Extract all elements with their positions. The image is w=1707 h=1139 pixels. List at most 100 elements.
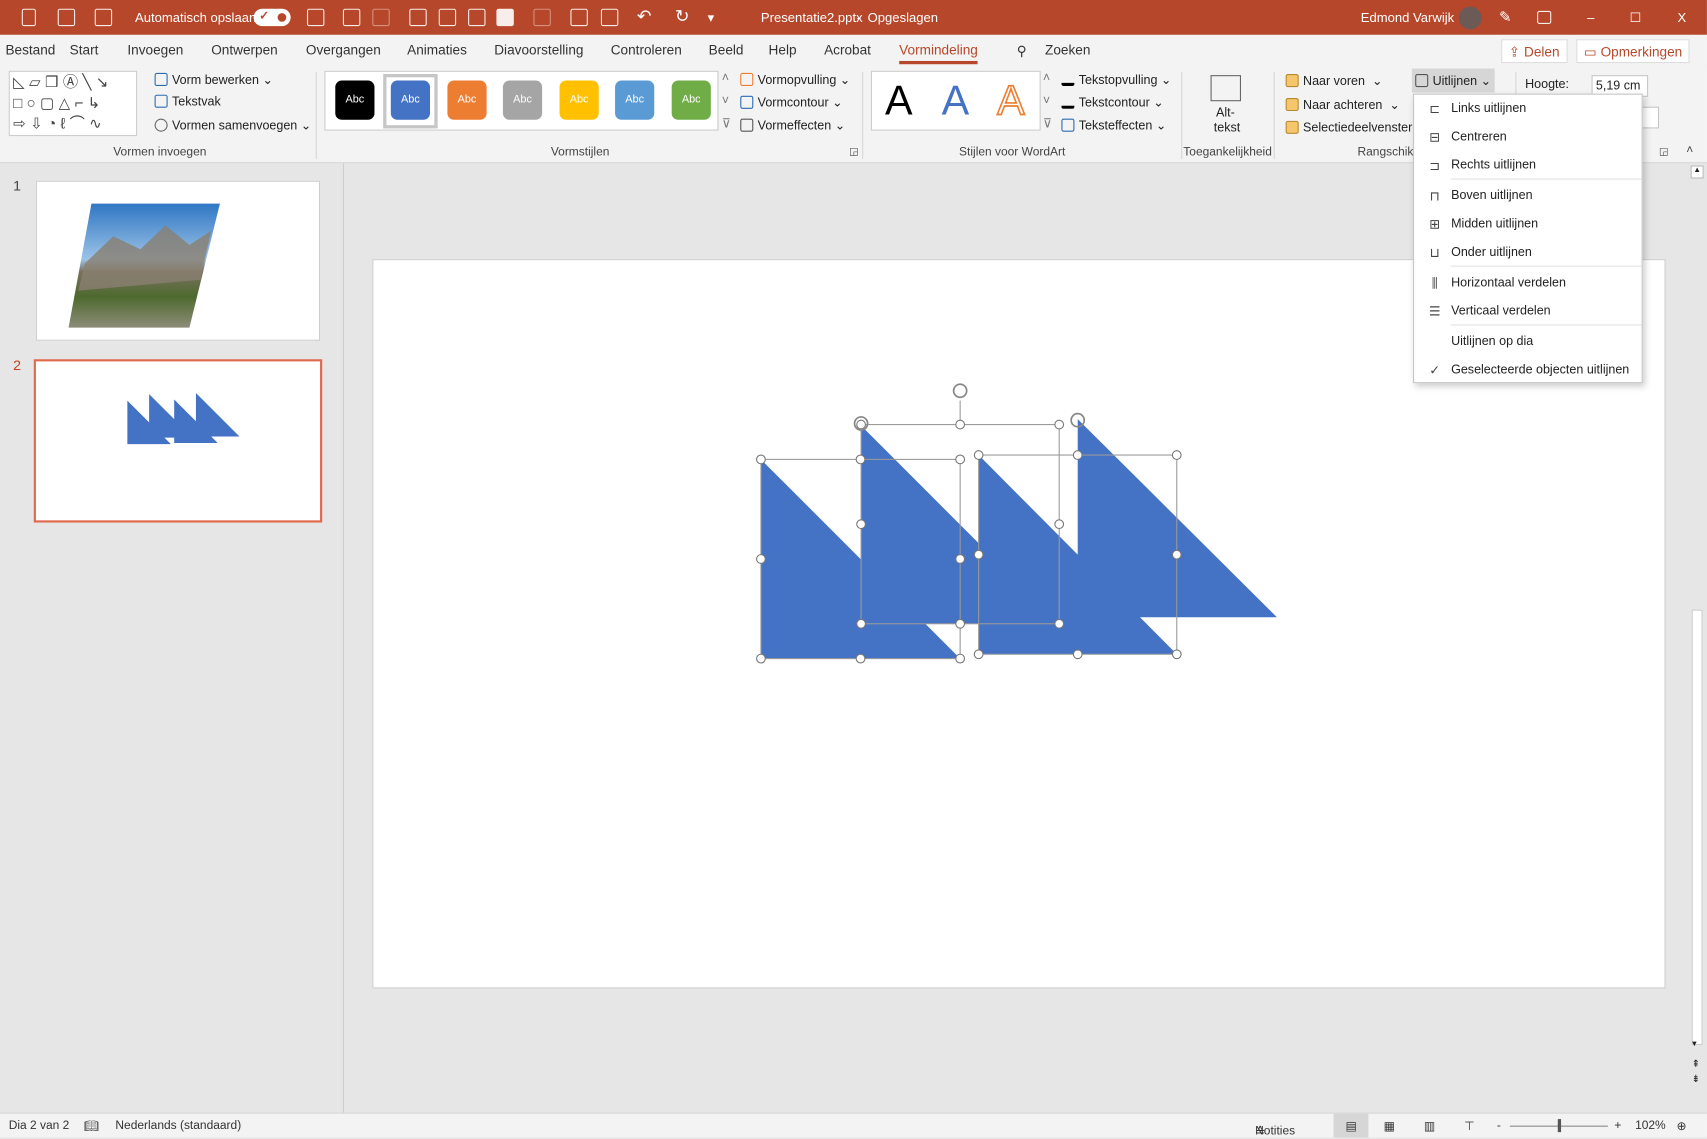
gallery-scroll-down[interactable]: ˅ — [722, 95, 729, 108]
menu-item-verticaal-verdelen[interactable]: ☰ Verticaal verdelen — [1414, 298, 1642, 324]
text-effects-button[interactable]: Teksteffecten ⌄ — [1061, 118, 1166, 133]
zoom-in-button[interactable]: + — [1614, 1119, 1621, 1132]
menu-item-rechts-uitlijnen[interactable]: ⊐ Rechts uitlijnen — [1414, 152, 1642, 178]
pen-icon[interactable]: ✎ — [1499, 8, 1512, 27]
style-swatch-blue[interactable]: Abc — [390, 80, 430, 120]
ungroup-icon[interactable] — [372, 8, 390, 27]
select-icon[interactable] — [342, 8, 361, 27]
send-backward-button[interactable]: Naar achteren ⌄ — [1285, 97, 1400, 112]
tab-bestand[interactable]: Bestand — [5, 42, 55, 57]
save-status[interactable]: Opgeslagen — [868, 10, 938, 25]
tab-animaties[interactable]: Animaties — [407, 42, 467, 57]
print-preview-icon[interactable] — [600, 8, 619, 27]
user-name[interactable]: Edmond Varwijk — [1361, 10, 1454, 25]
email-icon[interactable] — [94, 8, 113, 27]
collapse-ribbon-icon[interactable]: ˄ — [1686, 144, 1693, 157]
customize-toolbar-icon[interactable]: ▾ — [708, 10, 715, 25]
size-dialog-launcher-icon[interactable]: ◲ — [1659, 146, 1668, 158]
style-swatch-black[interactable]: Abc — [335, 80, 375, 120]
style-swatch-green[interactable]: Abc — [671, 80, 711, 120]
tab-controleren[interactable]: Controleren — [611, 42, 682, 57]
share-button[interactable]: ⇪ Delen — [1501, 39, 1568, 64]
maximize-button[interactable]: ☐ — [1630, 10, 1642, 25]
save-icon[interactable] — [306, 8, 325, 27]
shapes-gallery[interactable]: ◺ ▱ ❒ Ⓐ ╲ ↘ □ ○ ▢ △ ⌐ ↳ ⇨ ⇩ ◔ ℓ ⌒ ∿ — [8, 70, 138, 137]
tab-beeld[interactable]: Beeld — [709, 42, 744, 57]
fit-to-window-icon[interactable]: ⊕ — [1676, 1119, 1686, 1133]
style-swatch-lightblue[interactable]: Abc — [615, 80, 655, 120]
vertical-scrollbar[interactable]: ▲ ▼ ⇞ ⇟ — [1689, 163, 1705, 1091]
comments-button[interactable]: ▭ Opmerkingen — [1576, 39, 1690, 64]
tab-diavoorstelling[interactable]: Diavoorstelling — [494, 42, 583, 57]
avatar[interactable] — [1458, 6, 1482, 30]
wordart-scroll-up[interactable]: ˄ — [1043, 72, 1050, 85]
scroll-thumb[interactable] — [1691, 609, 1703, 1046]
menu-item-horizontaal-verdelen[interactable]: ⫼ Horizontaal verdelen — [1414, 270, 1642, 296]
reading-view-icon[interactable]: ▥ — [1424, 1119, 1435, 1133]
menu-item-centreren[interactable]: ⊟ Centreren — [1414, 124, 1642, 150]
gallery-scroll-up[interactable]: ˄ — [722, 72, 729, 85]
zoom-slider-thumb[interactable] — [1557, 1119, 1562, 1133]
search-box[interactable]: Zoeken — [1045, 42, 1090, 57]
new-file-icon[interactable] — [21, 8, 36, 27]
bring-forward-icon[interactable] — [409, 8, 427, 27]
tab-invoegen[interactable]: Invoegen — [127, 42, 183, 57]
slide-thumbnail-2[interactable] — [33, 359, 323, 523]
tab-overgangen[interactable]: Overgangen — [306, 42, 381, 57]
dialog-launcher-icon[interactable]: ◲ — [849, 146, 858, 158]
open-folder-icon[interactable] — [57, 8, 76, 27]
tab-acrobat[interactable]: Acrobat — [824, 42, 871, 57]
menu-item-uitlijnen-op-dia[interactable]: Uitlijnen op dia — [1414, 329, 1642, 355]
shape-fill-button[interactable]: Vormopvulling ⌄ — [740, 72, 850, 87]
align-button[interactable]: Uitlijnen ⌄ — [1411, 68, 1495, 93]
shape-outline-button[interactable]: Vormcontour ⌄ — [740, 95, 843, 110]
redo-icon[interactable]: ↻ — [675, 5, 690, 27]
minimize-button[interactable]: – — [1587, 10, 1594, 25]
send-backward-icon[interactable] — [468, 8, 486, 27]
autosave-toggle[interactable]: ✓ — [253, 8, 291, 27]
zoom-out-button[interactable]: - — [1497, 1119, 1501, 1132]
slide-sorter-icon[interactable]: ▦ — [1384, 1119, 1395, 1133]
merge-shapes-button[interactable]: Vormen samenvoegen ⌄ — [154, 118, 311, 133]
previous-slide-icon[interactable]: ⇞ — [1692, 1058, 1700, 1070]
group-icon[interactable] — [438, 8, 457, 27]
ribbon-display-icon[interactable] — [1537, 10, 1552, 24]
accessibility-check-icon[interactable]: 📖︎ — [84, 1119, 99, 1133]
wordart-blue[interactable]: A — [942, 78, 970, 125]
edit-shape-button[interactable]: Vorm bewerken ⌄ — [154, 72, 273, 87]
tab-vormindeling[interactable]: Vormindeling — [899, 42, 979, 65]
menu-item-onder-uitlijnen[interactable]: ⊔ Onder uitlijnen — [1414, 239, 1642, 265]
menu-item-geselecteerde-objecten-uitlijnen[interactable]: ✓ Geselecteerde objecten uitlijnen — [1414, 357, 1642, 383]
alt-text-label-2[interactable]: tekst — [1214, 122, 1240, 135]
alt-text-icon[interactable] — [1210, 75, 1242, 102]
selection-pane-button[interactable]: Selectiedeelvenster — [1285, 120, 1412, 135]
menu-item-midden-uitlijnen[interactable]: ⊞ Midden uitlijnen — [1414, 211, 1642, 237]
next-slide-icon[interactable]: ⇟ — [1692, 1073, 1700, 1085]
textbox-button[interactable]: Tekstvak — [154, 94, 221, 109]
style-swatch-gold[interactable]: Abc — [559, 80, 599, 120]
style-swatch-orange[interactable]: Abc — [447, 80, 487, 120]
slide-thumbnail-1[interactable] — [35, 180, 321, 341]
alt-text-label-1[interactable]: Alt- — [1216, 107, 1235, 120]
format-painter-icon[interactable] — [533, 8, 551, 27]
shape-styles-gallery[interactable]: Abc Abc Abc Abc Abc Abc Abc — [324, 70, 719, 131]
zoom-level[interactable]: 102% — [1635, 1119, 1666, 1132]
scroll-down-arrow[interactable]: ▼ — [1691, 1041, 1699, 1049]
language-indicator[interactable]: Nederlands (standaard) — [115, 1119, 241, 1132]
bring-forward-button[interactable]: Naar voren ⌄ — [1285, 73, 1382, 88]
style-swatch-gray[interactable]: Abc — [502, 80, 543, 120]
shape-effects-button[interactable]: Vormeffecten ⌄ — [740, 118, 845, 133]
gallery-more[interactable]: ⊽ — [722, 115, 731, 131]
presentation-icon[interactable] — [570, 8, 588, 27]
tab-start[interactable]: Start — [70, 42, 99, 57]
text-fill-button[interactable]: Tekstopvulling ⌄ — [1061, 72, 1171, 87]
menu-item-boven-uitlijnen[interactable]: ⊓ Boven uitlijnen — [1414, 183, 1642, 209]
wordart-scroll-down[interactable]: ˅ — [1043, 95, 1050, 108]
menu-item-links-uitlijnen[interactable]: ⊏ Links uitlijnen — [1414, 96, 1642, 122]
wordart-gallery[interactable]: A A A — [870, 70, 1041, 131]
tab-ontwerpen[interactable]: Ontwerpen — [211, 42, 278, 57]
wordart-black[interactable]: A — [885, 78, 913, 125]
undo-icon[interactable]: ↶ — [637, 5, 652, 27]
slideshow-icon[interactable]: ⊤ — [1464, 1119, 1474, 1133]
close-button[interactable]: X — [1678, 10, 1687, 25]
